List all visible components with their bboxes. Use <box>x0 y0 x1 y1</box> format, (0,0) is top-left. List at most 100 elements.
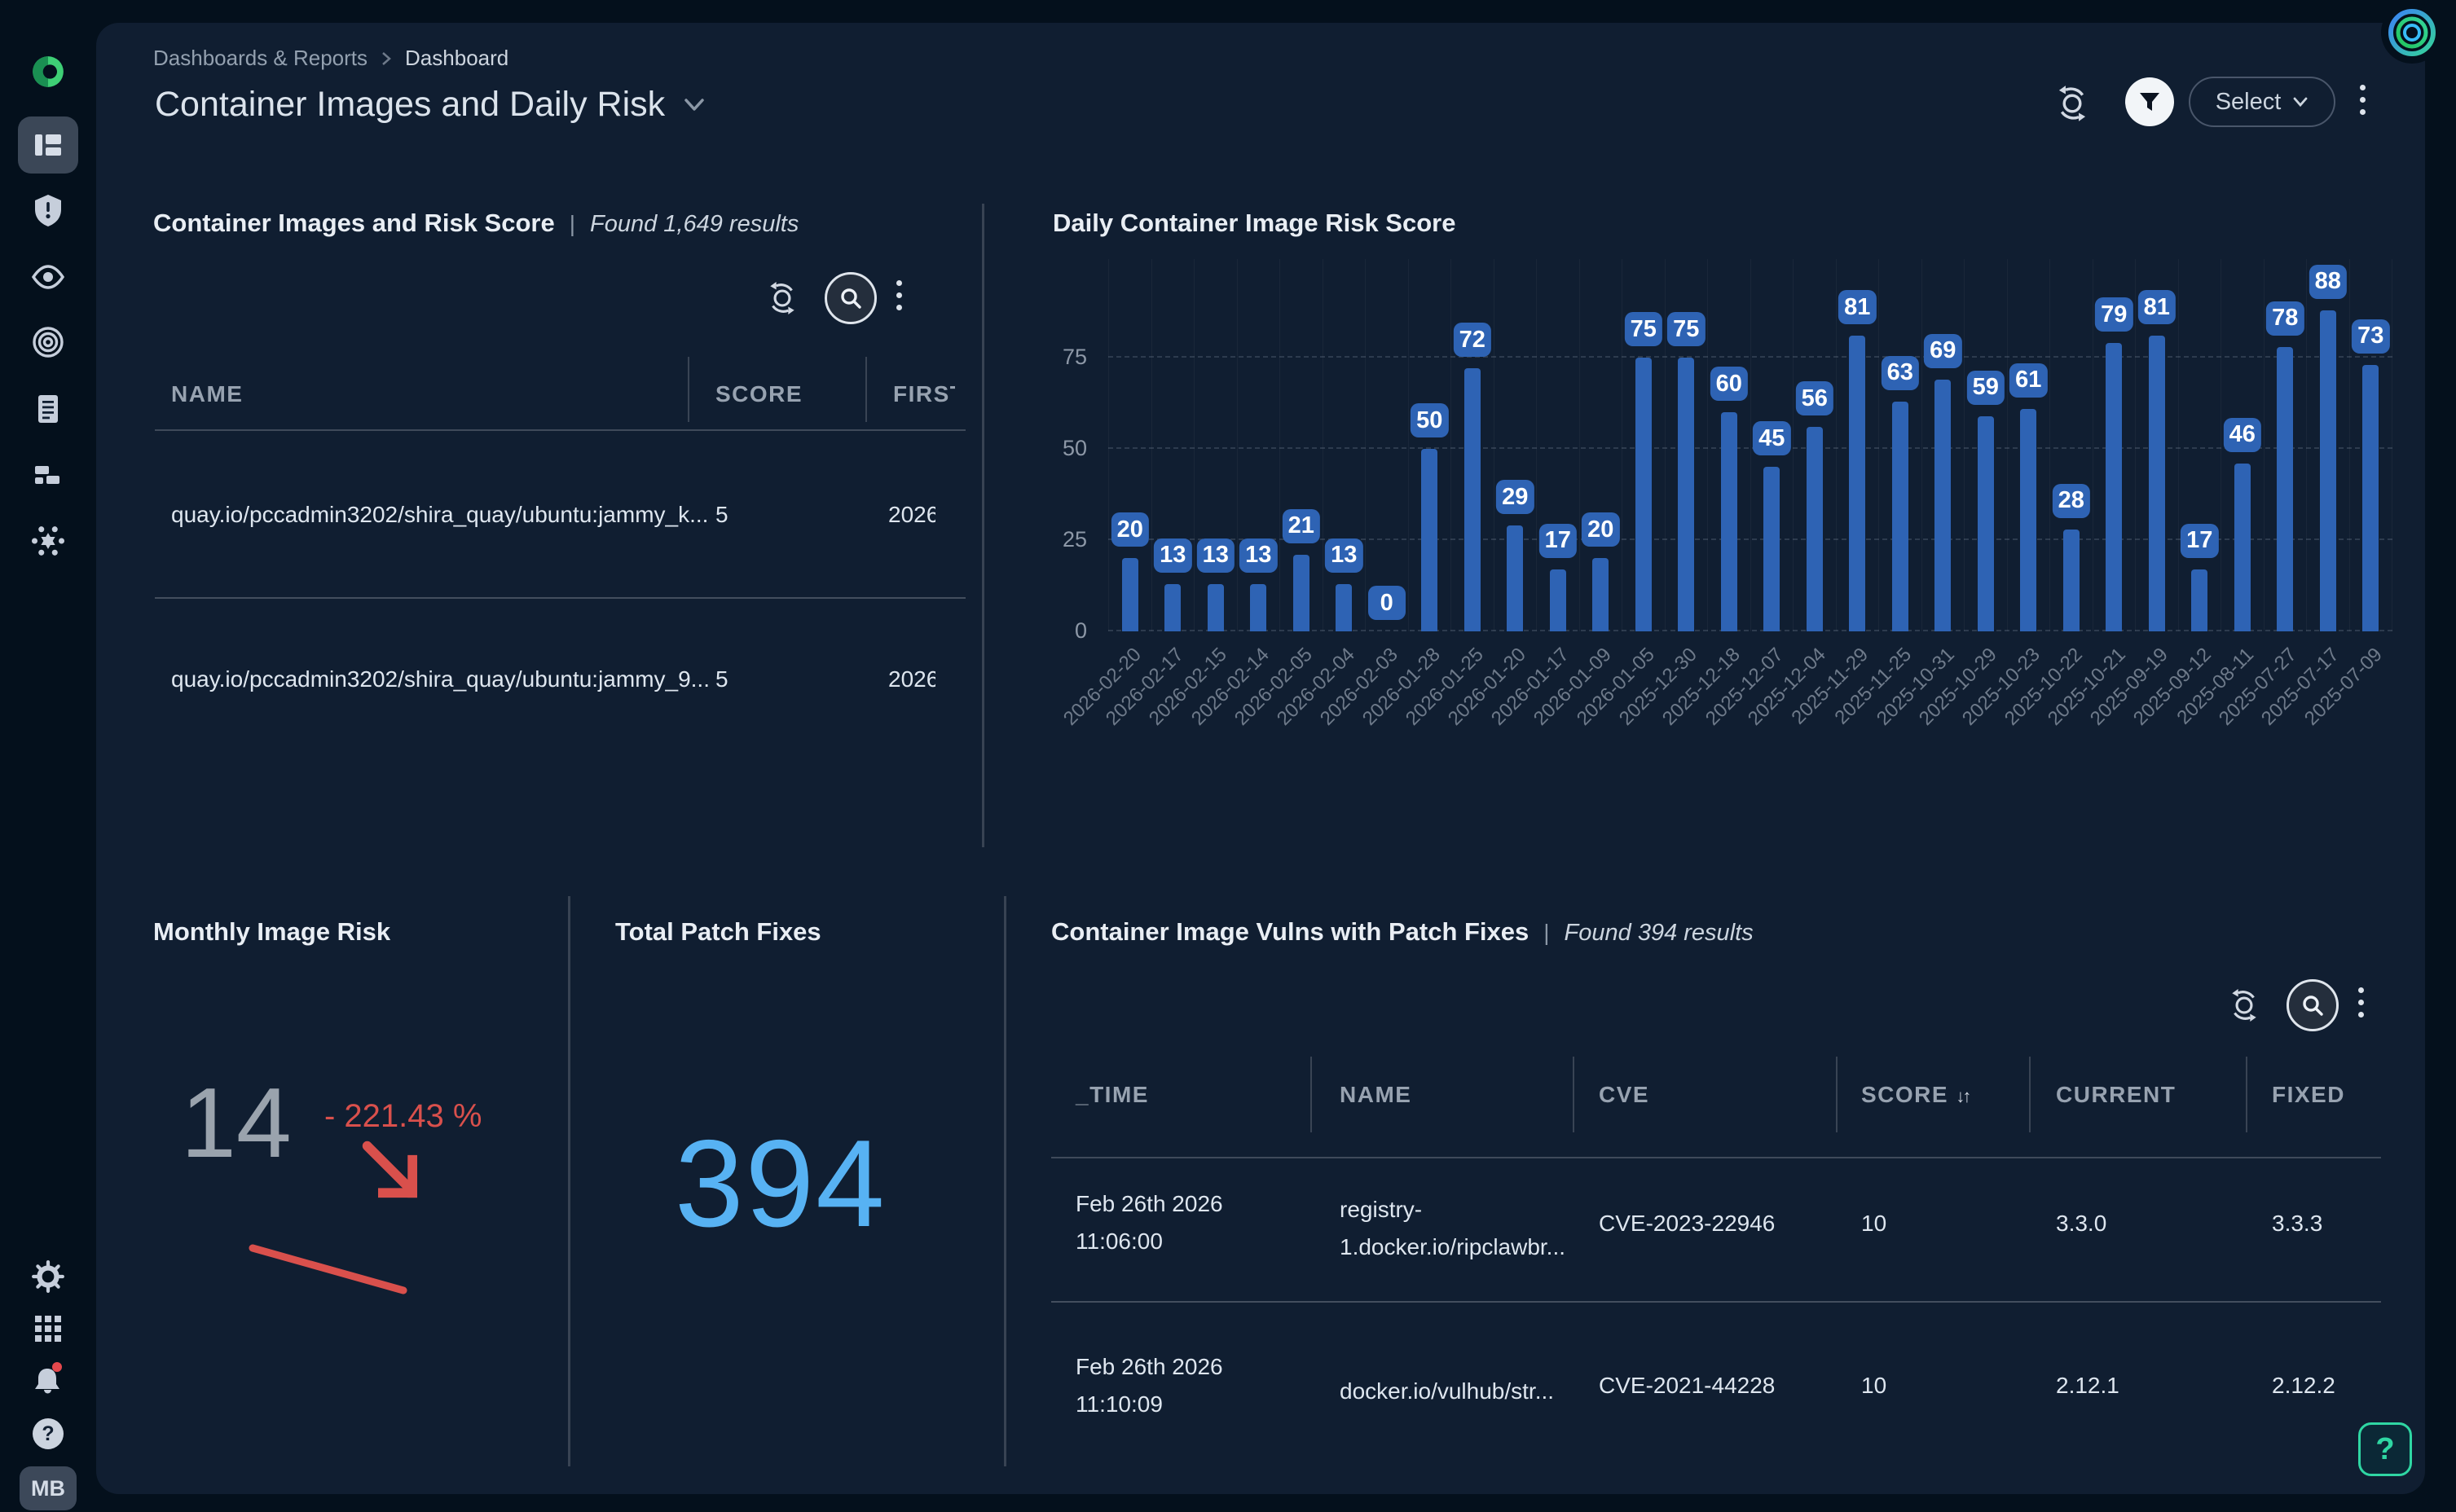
chart-bar[interactable] <box>1849 336 1865 631</box>
filter-button[interactable] <box>2125 77 2174 126</box>
assistant-ring-button[interactable] <box>2381 2 2443 64</box>
chart-bar[interactable] <box>2234 464 2251 631</box>
user-avatar[interactable]: MB <box>20 1466 77 1510</box>
images-search-button[interactable] <box>825 272 877 324</box>
chart-bar[interactable] <box>1678 358 1694 631</box>
chart-bar[interactable] <box>1807 427 1823 631</box>
chart-bar[interactable] <box>2020 409 2036 631</box>
chart-bar[interactable] <box>2149 336 2165 631</box>
chart-bar[interactable] <box>1122 558 1138 631</box>
select-dropdown[interactable]: Select <box>2189 77 2335 127</box>
sidebar-item-cluster[interactable] <box>30 523 66 559</box>
chart-column[interactable]: 75 <box>1665 259 1708 631</box>
chart-column[interactable]: 46 <box>2221 259 2264 631</box>
chart-bar[interactable] <box>2277 347 2293 631</box>
chart-column[interactable]: 88 <box>2306 259 2349 631</box>
chart-column[interactable]: 0 <box>1365 259 1408 631</box>
col-header-cve[interactable]: CVE <box>1599 1082 1649 1108</box>
chart-value-badge: 81 <box>1838 290 1876 324</box>
sort-icon[interactable]: ↓↑ <box>1956 1086 1969 1106</box>
chart-bar[interactable] <box>1892 402 1908 631</box>
apps-grid-icon <box>33 1313 64 1344</box>
col-header-name[interactable]: NAME <box>171 381 243 407</box>
sidebar-item-visibility[interactable] <box>30 259 66 295</box>
col-header-first[interactable]: FIRST <box>893 381 955 407</box>
col-header-fixed[interactable]: FIXED <box>2272 1082 2345 1108</box>
chart-column[interactable]: 20 <box>1108 259 1151 631</box>
chart-bar[interactable] <box>1550 569 1566 631</box>
sidebar-item-help[interactable]: ? <box>30 1416 66 1452</box>
chart-column[interactable]: 17 <box>1536 259 1579 631</box>
chart-column[interactable]: 73 <box>2349 259 2393 631</box>
chart-column[interactable]: 20 <box>1579 259 1622 631</box>
chart-bar[interactable] <box>1721 412 1737 631</box>
refresh-button[interactable] <box>2053 85 2091 126</box>
sidebar-item-risk[interactable] <box>30 192 66 228</box>
images-menu-button[interactable] <box>896 280 902 310</box>
chart-column[interactable]: 17 <box>2178 259 2221 631</box>
chart-bar[interactable] <box>1208 584 1224 631</box>
chart-column[interactable]: 45 <box>1750 259 1794 631</box>
chart-column[interactable]: 60 <box>1707 259 1750 631</box>
vulns-search-button[interactable] <box>2287 979 2339 1031</box>
chart-bar[interactable] <box>2320 310 2336 631</box>
chart-column[interactable]: 75 <box>1622 259 1665 631</box>
chart-bar[interactable] <box>2362 365 2379 631</box>
chart-value-badge: 0 <box>1368 586 1406 620</box>
chart-column[interactable]: 79 <box>2093 259 2136 631</box>
vulns-refresh-button[interactable] <box>2226 987 2262 1023</box>
col-header-score[interactable]: SCORE ↓↑ <box>1861 1082 1969 1108</box>
col-header-score[interactable]: SCORE <box>715 381 803 407</box>
chart-bar[interactable] <box>1592 558 1609 631</box>
chart-bar[interactable] <box>2191 569 2207 631</box>
chart-bar[interactable] <box>1635 358 1652 631</box>
chart-column[interactable]: 61 <box>2007 259 2050 631</box>
breadcrumb-dashboards-reports[interactable]: Dashboards & Reports <box>153 46 368 71</box>
chart-bar[interactable] <box>1250 584 1266 631</box>
chart-column[interactable]: 50 <box>1408 259 1451 631</box>
sidebar-item-detections[interactable] <box>30 324 66 360</box>
sidebar-item-settings[interactable] <box>30 1259 66 1294</box>
page-menu-button[interactable] <box>2360 85 2366 115</box>
chart-column[interactable]: 13 <box>1237 259 1280 631</box>
images-refresh-button[interactable] <box>764 280 800 316</box>
sidebar-item-notifications[interactable] <box>30 1361 66 1397</box>
chart-column[interactable]: 81 <box>1836 259 1879 631</box>
chart-column[interactable]: 28 <box>2049 259 2093 631</box>
col-header-time[interactable]: _TIME <box>1076 1082 1149 1108</box>
chart-bar[interactable] <box>1336 584 1352 631</box>
chevron-down-icon[interactable] <box>683 97 706 113</box>
help-button[interactable]: ? <box>2358 1422 2412 1476</box>
chart-column[interactable]: 13 <box>1323 259 1366 631</box>
chart-column[interactable]: 78 <box>2264 259 2307 631</box>
chart-bar[interactable] <box>1934 380 1951 631</box>
chart-bar[interactable] <box>1507 525 1523 631</box>
chart-column[interactable]: 72 <box>1450 259 1494 631</box>
chart-bar[interactable] <box>1164 584 1181 631</box>
chart-bar[interactable] <box>1978 416 1994 631</box>
vuln-date: Feb 26th 2026 <box>1076 1191 1223 1217</box>
chart-bar[interactable] <box>1464 368 1481 631</box>
vulns-menu-button[interactable] <box>2358 987 2364 1018</box>
chart-column[interactable]: 21 <box>1279 259 1323 631</box>
chart-bar[interactable] <box>2106 343 2122 631</box>
breadcrumb-dashboard[interactable]: Dashboard <box>405 46 508 71</box>
chart-column[interactable]: 69 <box>1921 259 1965 631</box>
col-header-current[interactable]: CURRENT <box>2056 1082 2176 1108</box>
chart-bar[interactable] <box>1421 449 1437 631</box>
sidebar-item-apps[interactable] <box>30 1311 66 1347</box>
sidebar-item-dashboards[interactable] <box>18 116 78 174</box>
chart-column[interactable]: 29 <box>1494 259 1537 631</box>
chart-column[interactable]: 59 <box>1964 259 2007 631</box>
chart-bar[interactable] <box>1763 467 1780 631</box>
chart-column[interactable]: 13 <box>1194 259 1237 631</box>
chart-column[interactable]: 81 <box>2135 259 2178 631</box>
chart-bar[interactable] <box>1293 555 1309 631</box>
sidebar-item-reports[interactable] <box>30 391 66 427</box>
chart-column[interactable]: 13 <box>1151 259 1195 631</box>
chart-bar[interactable] <box>2063 530 2080 631</box>
chart-column[interactable]: 63 <box>1878 259 1921 631</box>
sidebar-item-widgets[interactable] <box>30 457 66 493</box>
col-header-name[interactable]: NAME <box>1340 1082 1411 1108</box>
chart-column[interactable]: 56 <box>1793 259 1836 631</box>
